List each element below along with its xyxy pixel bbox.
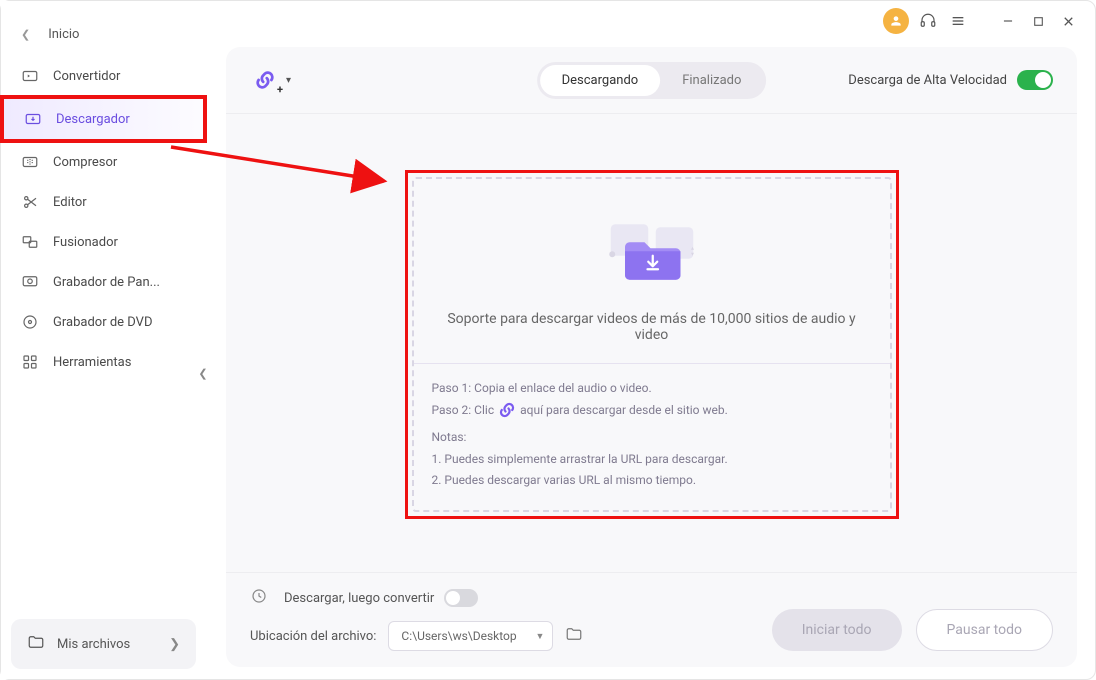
bottom-bar: Descargar, luego convertir Ubicación del… [226, 572, 1077, 667]
sidebar-item-label: Descargador [56, 112, 130, 127]
file-location-select[interactable]: C:\Users\ws\Desktop ▼ [388, 621, 553, 651]
link-icon[interactable] [497, 400, 517, 420]
sidebar-item-label: Editor [53, 195, 87, 210]
paste-url-dropdown[interactable]: ▾ [286, 75, 291, 86]
plus-icon: + [277, 83, 283, 96]
sidebar: ❮ Inicio Convertidor Descargador Compres… [1, 1, 206, 679]
high-speed-toggle[interactable] [1017, 70, 1053, 90]
chevron-right-icon: ❯ [169, 637, 180, 652]
sidebar-item-compresor[interactable]: Compresor [1, 142, 206, 182]
my-files-label: Mis archivos [57, 637, 130, 652]
step-2-suffix: aquí para descargar desde el sitio web. [520, 400, 728, 422]
maximize-button[interactable] [1027, 10, 1049, 32]
scissors-icon [21, 193, 39, 211]
drop-headline: Soporte para descargar videos de más de … [434, 311, 870, 343]
pause-all-button[interactable]: Pausar todo [916, 609, 1053, 651]
menu-icon[interactable] [947, 10, 969, 32]
sidebar-item-label: Grabador de Pan... [53, 275, 160, 290]
download-icon [24, 110, 42, 128]
step-2-prefix: Paso 2: Clic [432, 400, 495, 422]
tabs: Descargando Finalizado [537, 62, 767, 99]
sidebar-item-label: Convertidor [53, 69, 120, 84]
sidebar-item-grabador-pantalla[interactable]: Grabador de Pan... [1, 262, 206, 302]
merge-icon [21, 233, 39, 251]
dvd-icon [21, 313, 39, 331]
main-panel: + ▾ Descargando Finalizado Descarga de A… [226, 47, 1077, 667]
tab-downloading[interactable]: Descargando [540, 65, 661, 96]
user-avatar[interactable] [883, 8, 909, 34]
sidebar-item-descargador[interactable]: Descargador [1, 96, 206, 142]
sidebar-item-label: Fusionador [53, 235, 118, 250]
tab-finished[interactable]: Finalizado [660, 65, 763, 96]
note-1: 1. Puedes simplemente arrastrar la URL p… [432, 449, 872, 471]
headset-icon[interactable] [917, 10, 939, 32]
convert-icon [21, 67, 39, 85]
note-2: 2. Puedes descargar varias URL al mismo … [432, 470, 872, 492]
minimize-button[interactable] [997, 10, 1019, 32]
sidebar-item-fusionador[interactable]: Fusionador [1, 222, 206, 262]
start-all-button[interactable]: Iniciar todo [772, 609, 902, 651]
sidebar-item-convertidor[interactable]: Convertidor [1, 56, 206, 96]
sidebar-item-label: Grabador de DVD [53, 315, 152, 330]
convert-after-toggle[interactable] [444, 589, 478, 607]
sidebar-item-label: Herramientas [53, 355, 131, 370]
home-label: Inicio [48, 27, 79, 42]
tools-icon [21, 353, 39, 371]
collapse-sidebar-handle[interactable]: ❮ [195, 359, 211, 387]
chevron-left-icon: ❮ [21, 28, 30, 41]
high-speed-label: Descarga de Alta Velocidad [848, 73, 1007, 88]
folder-icon [27, 633, 45, 655]
step-1-text: Paso 1: Copia el enlace del audio o vide… [432, 378, 872, 400]
compress-icon [21, 153, 39, 171]
home-link[interactable]: ❮ Inicio [1, 11, 206, 56]
sidebar-item-herramientas[interactable]: Herramientas [1, 342, 206, 382]
screen-record-icon [21, 273, 39, 291]
drop-instructions: Paso 1: Copia el enlace del audio o vide… [414, 363, 890, 510]
high-speed-toggle-row: Descarga de Alta Velocidad [848, 70, 1053, 90]
open-folder-button[interactable] [565, 625, 583, 647]
paste-url-button[interactable]: + [250, 65, 280, 95]
file-location-label: Ubicación del archivo: [250, 629, 376, 644]
sidebar-item-grabador-dvd[interactable]: Grabador de DVD [1, 302, 206, 342]
toolbar: + ▾ Descargando Finalizado Descarga de A… [226, 47, 1077, 114]
folder-illustration [592, 207, 712, 297]
notes-heading: Notas: [432, 427, 872, 449]
my-files-button[interactable]: Mis archivos ❯ [11, 619, 196, 669]
chevron-down-icon: ▼ [536, 631, 545, 642]
clock-icon[interactable] [250, 587, 268, 609]
drop-area[interactable]: Soporte para descargar videos de más de … [405, 170, 899, 519]
close-button[interactable] [1057, 10, 1079, 32]
file-location-value: C:\Users\ws\Desktop [401, 629, 516, 643]
sidebar-item-editor[interactable]: Editor [1, 182, 206, 222]
sidebar-item-label: Compresor [53, 155, 117, 170]
convert-after-label: Descargar, luego convertir [284, 591, 434, 606]
